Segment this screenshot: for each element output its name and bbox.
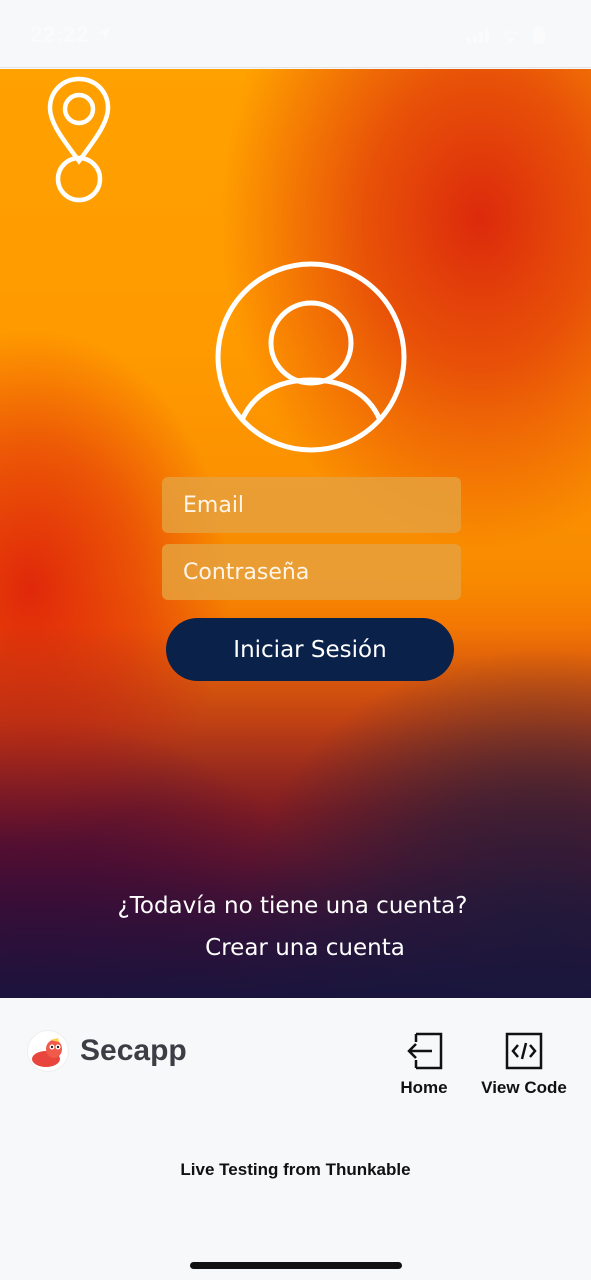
password-field[interactable] bbox=[162, 544, 461, 600]
thunkable-bar: Secapp Home View Code Live Testing from … bbox=[0, 998, 591, 1280]
live-testing-text: Live Testing from Thunkable bbox=[180, 1160, 411, 1179]
status-bar: 22:22 bbox=[0, 0, 591, 68]
create-account-link[interactable]: Crear una cuenta bbox=[0, 935, 591, 961]
app-logo-icon bbox=[28, 1031, 68, 1071]
code-icon bbox=[505, 1032, 543, 1074]
status-time: 22:22 bbox=[30, 22, 89, 47]
user-circle-icon bbox=[214, 260, 408, 454]
login-button[interactable]: Iniciar Sesión bbox=[166, 618, 454, 681]
map-pin-icon bbox=[44, 75, 114, 205]
exit-icon bbox=[404, 1032, 444, 1074]
no-account-text: ¿Todavía no tiene una cuenta? bbox=[117, 893, 468, 919]
app-name: Secapp bbox=[80, 1034, 187, 1067]
status-icons bbox=[467, 26, 545, 48]
view-code-button[interactable]: View Code bbox=[476, 1032, 572, 1098]
home-label: Home bbox=[400, 1078, 448, 1097]
view-code-label: View Code bbox=[481, 1078, 567, 1097]
location-arrow-icon bbox=[96, 26, 112, 46]
home-button[interactable]: Home bbox=[396, 1032, 452, 1098]
login-screen: Iniciar Sesión ¿Todavía no tiene una cue… bbox=[0, 69, 591, 998]
battery-icon bbox=[533, 26, 545, 48]
wifi-icon bbox=[501, 28, 521, 47]
email-field[interactable] bbox=[162, 477, 461, 533]
home-indicator[interactable] bbox=[190, 1262, 402, 1269]
cellular-signal-icon bbox=[467, 28, 489, 47]
